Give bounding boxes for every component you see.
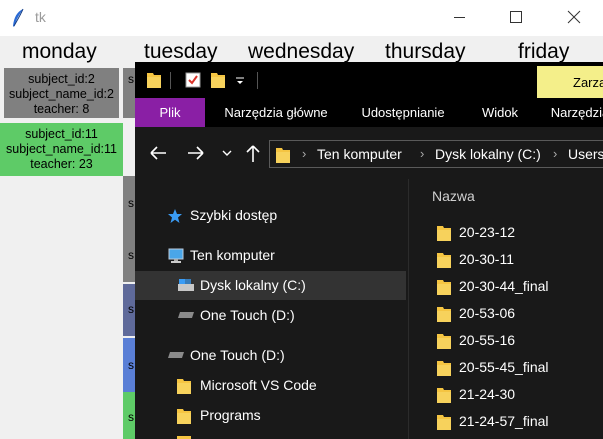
day-header-monday: monday (22, 40, 97, 63)
hidden-cell: s (123, 284, 135, 336)
subject-name-id: subject_name_id:2 (9, 87, 114, 101)
file-row[interactable]: 21-24-30 (409, 381, 603, 408)
folder-icon (147, 73, 161, 88)
teacher: teacher: 8 (33, 102, 90, 116)
close-icon (567, 10, 581, 24)
folder-icon (177, 379, 191, 394)
subject-id: subject_id:11 (25, 127, 98, 141)
ribbon-tabs: Plik Narzędzia główne Udostępnianie Wido… (135, 98, 603, 127)
chevron-right-icon: › (420, 146, 425, 161)
new-folder-icon[interactable] (211, 72, 225, 88)
quick-access-toolbar: Zarząd (135, 62, 603, 99)
nav-item-programs[interactable]: Programs (135, 401, 406, 430)
nav-item-this-pc[interactable]: Ten komputer (135, 241, 406, 270)
lesson-cell[interactable]: subject_id:11 subject_name_id:11 teacher… (0, 123, 123, 176)
tab-share[interactable]: Udostępnianie (354, 98, 452, 127)
hidden-cell: s (123, 176, 135, 228)
hidden-cell: s (123, 68, 135, 118)
address-bar[interactable]: › Ten komputer › Dysk lokalny (C:) › Use… (269, 140, 603, 168)
tab-view[interactable]: Widok (470, 98, 530, 127)
maximize-icon (510, 11, 522, 23)
recent-locations-icon[interactable] (220, 139, 234, 167)
folder-icon (276, 148, 290, 163)
nav-item-microsoft-vs-code[interactable]: Microsoft VS Code (135, 371, 406, 400)
folder-icon (437, 334, 451, 349)
breadcrumb-this-pc[interactable]: Ten komputer (317, 146, 402, 162)
hidden-cell: s (123, 228, 135, 282)
breadcrumb-local-disk[interactable]: Dysk lokalny (C:) (435, 146, 541, 162)
title-bar: tk (0, 0, 603, 36)
file-row[interactable]: 20-55-45_final (409, 354, 603, 381)
drive-icon (178, 279, 194, 291)
back-arrow-icon[interactable] (147, 139, 169, 167)
tab-file[interactable]: Plik (135, 98, 205, 127)
lesson-cell[interactable]: subject_id:2 subject_name_id:2 teacher: … (4, 68, 119, 118)
file-row[interactable]: 20-55-16 (409, 327, 603, 354)
context-tab-manage[interactable]: Zarząd (537, 66, 603, 99)
address-row: › Ten komputer › Dysk lokalny (C:) › Use… (135, 127, 603, 179)
nav-item-local-disk-c[interactable]: Dysk lokalny (C:) (135, 271, 406, 300)
subject-name-id: subject_name_id:11 (6, 142, 117, 156)
file-row[interactable]: 21-24-57_final (409, 408, 603, 435)
file-explorer-window: Zarząd Plik Narzędzia główne Udostępnian… (135, 62, 603, 439)
properties-icon[interactable] (185, 72, 201, 88)
minimize-icon (454, 17, 465, 18)
day-header-friday: friday (518, 40, 570, 63)
minimize-button[interactable] (437, 0, 483, 36)
file-name: 20-55-45_final (459, 359, 549, 375)
file-name: 21-24-57_final (459, 413, 549, 429)
folder-icon (437, 253, 451, 268)
folder-icon (437, 280, 451, 295)
file-row[interactable]: 20-30-11 (409, 246, 603, 273)
file-name: 20-53-06 (459, 305, 516, 321)
file-row[interactable]: 20-23-12 (409, 219, 603, 246)
column-header-name[interactable]: Nazwa (432, 188, 475, 204)
customize-toolbar-icon[interactable] (235, 76, 245, 86)
up-arrow-icon[interactable] (243, 139, 263, 167)
file-name: 20-55-16 (459, 332, 516, 348)
navigation-pane: Szybki dostęp Ten komputer Dysk lokalny … (135, 179, 408, 439)
hidden-cell: s (123, 392, 135, 439)
file-name: 20-23-12 (459, 224, 516, 240)
subject-id: subject_id:2 (28, 72, 95, 86)
folder-icon (177, 409, 191, 424)
file-name: 20-30-11 (459, 251, 515, 267)
maximize-button[interactable] (492, 0, 538, 36)
folder-icon (437, 226, 451, 241)
day-header-tuesday: tuesday (144, 40, 218, 63)
tab-home[interactable]: Narzędzia główne (215, 98, 337, 127)
tab-tools[interactable]: Narzędzia (545, 98, 603, 127)
file-row[interactable]: 20-30-44_final (409, 273, 603, 300)
file-name: 21-24-30 (459, 386, 516, 402)
breadcrumb-users[interactable]: Users (568, 146, 603, 162)
drive-icon (168, 352, 184, 358)
folder-icon (437, 307, 451, 322)
computer-icon (168, 248, 184, 263)
star-icon (168, 209, 182, 223)
chevron-right-icon: › (553, 146, 558, 161)
day-header-wednesday: wednesday (248, 40, 355, 63)
nav-item-one-touch-d-root[interactable]: One Touch (D:) (135, 341, 406, 370)
forward-arrow-icon[interactable] (185, 139, 207, 167)
folder-icon (437, 361, 451, 376)
teacher: teacher: 23 (30, 157, 93, 171)
folder-icon (437, 388, 451, 403)
drive-icon (178, 312, 194, 318)
window-title: tk (35, 9, 46, 25)
feather-icon (13, 8, 24, 27)
file-name: 20-30-44_final (459, 278, 549, 294)
nav-item-one-touch-d[interactable]: One Touch (D:) (135, 301, 406, 330)
file-list: Nazwa 20-23-12 20-30-11 20-30-44_final 20-5… (409, 179, 603, 439)
chevron-right-icon: › (302, 146, 307, 161)
folder-icon (437, 415, 451, 430)
close-button[interactable] (551, 0, 597, 36)
file-row[interactable]: 20-53-06 (409, 300, 603, 327)
day-header-thursday: thursday (385, 40, 466, 63)
hidden-cell: s (123, 338, 135, 392)
nav-item-quick-access[interactable]: Szybki dostęp (135, 201, 406, 230)
